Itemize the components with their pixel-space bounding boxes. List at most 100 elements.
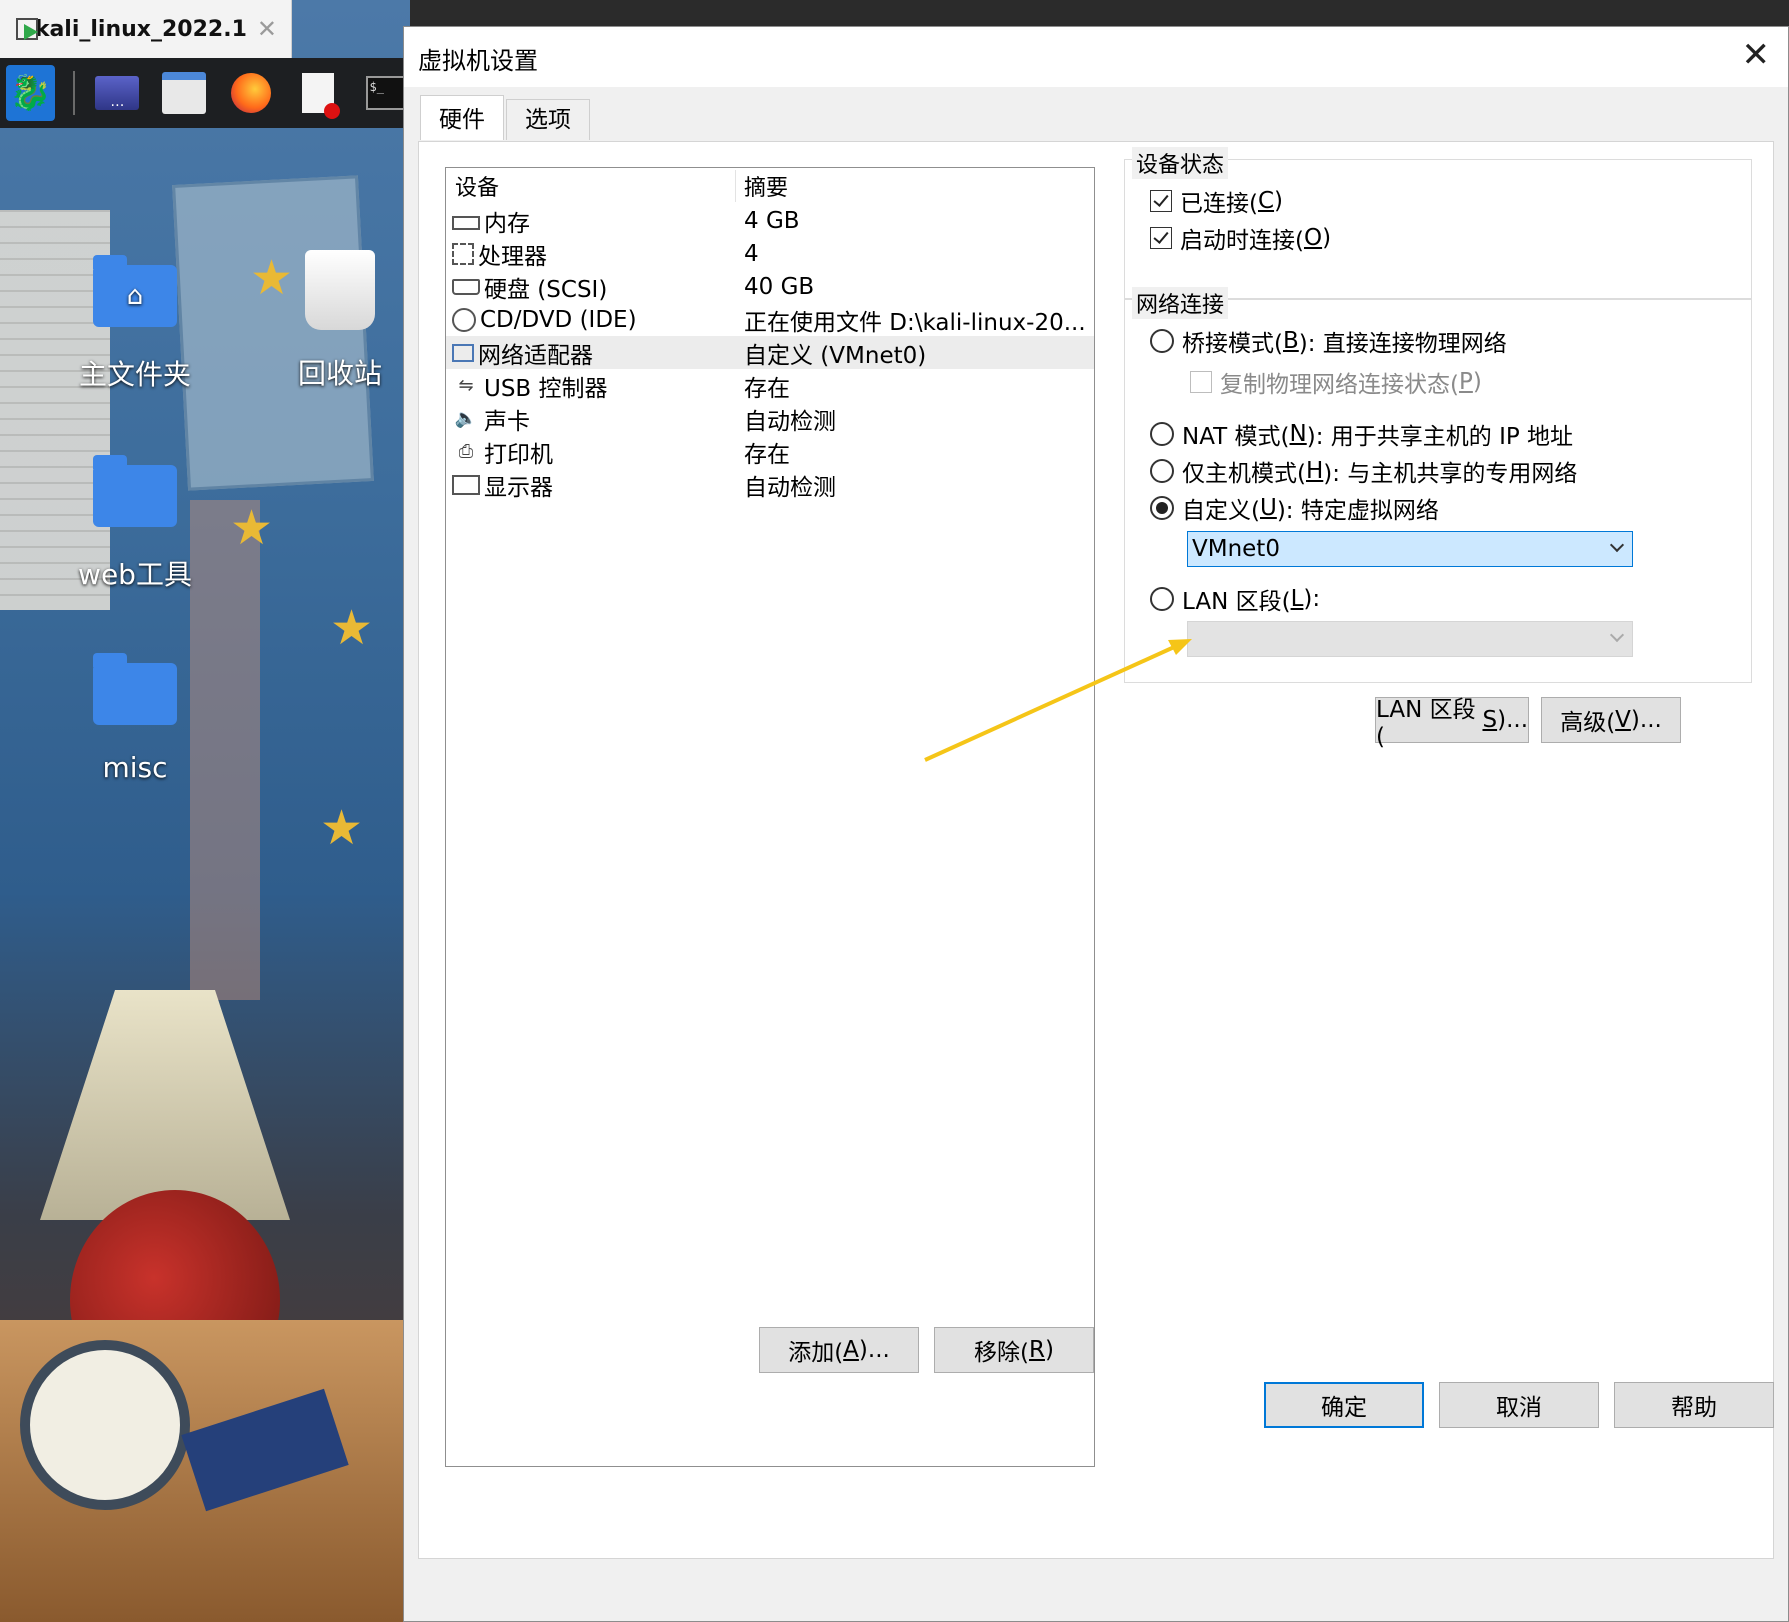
device-row-network[interactable]: 网络适配器 自定义 (VMnet0) [446, 336, 1094, 369]
radio-dot [1150, 587, 1174, 611]
device-summary: 自定义 (VMnet0) [744, 342, 927, 369]
kali-menu-button[interactable]: 🐉 [6, 65, 56, 121]
device-name: 硬盘 (SCSI) [484, 276, 608, 303]
desktop-icon-label: misc [102, 751, 168, 784]
vm-running-icon [14, 16, 38, 42]
connect-on-start-checkbox[interactable]: 启动时连接(O) [1150, 221, 1331, 255]
lan-segments-button[interactable]: LAN 区段(S)... [1375, 697, 1529, 750]
desktop-icon-label: 回收站 [297, 357, 382, 390]
checkbox-box [1150, 190, 1172, 212]
lamp-shade [40, 990, 290, 1220]
lan-label: LAN 区段( [1182, 589, 1291, 615]
chevron-down-icon [1609, 537, 1625, 553]
alarm-clock [20, 1340, 190, 1510]
desktop-icon-web-tools[interactable]: web工具 [60, 455, 210, 593]
file-manager-button[interactable] [160, 65, 209, 121]
nat-key: N [1289, 421, 1307, 447]
text-editor-button[interactable] [294, 65, 343, 121]
monitor-icon [452, 474, 480, 495]
firefox-button[interactable] [227, 65, 276, 121]
tab-options[interactable]: 选项 [506, 99, 590, 140]
bridged-radio[interactable]: 桥接模式(B): 直接连接物理网络 [1150, 324, 1507, 358]
desktop-icon-trash[interactable]: 回收站 [265, 250, 410, 392]
device-name: 声卡 [484, 408, 530, 435]
hostonly-key: H [1305, 458, 1324, 484]
kali-dragon-icon: 🐉 [9, 73, 52, 113]
remove-button-text: 移除( [974, 1340, 1029, 1366]
device-name: 处理器 [478, 243, 547, 270]
device-row-cd[interactable]: CD/DVD (IDE) 正在使用文件 D:\kali-linux-20... [446, 303, 1094, 336]
ok-button[interactable]: 确定 [1264, 1382, 1424, 1428]
vm-tab-title: kali_linux_2022.1 [34, 16, 247, 42]
trash-icon [305, 250, 375, 330]
device-row-disk[interactable]: 硬盘 (SCSI) 40 GB [446, 270, 1094, 303]
desktop-icon-label: web工具 [78, 558, 192, 591]
device-name: CD/DVD (IDE) [480, 306, 637, 333]
workspace-button[interactable]: … [93, 65, 142, 121]
help-button[interactable]: 帮助 [1614, 1382, 1774, 1428]
remove-button-suffix: ) [1044, 1337, 1054, 1363]
desktop-icon-home[interactable]: ⌂ 主文件夹 [60, 255, 210, 393]
folder-icon [162, 72, 207, 114]
device-summary: 自动检测 [744, 474, 836, 501]
device-name: 显示器 [484, 474, 553, 501]
dialog-title: 虚拟机设置 [418, 47, 538, 75]
connect-on-start-label: 启动时连接( [1180, 228, 1304, 254]
custom-network-value: VMnet0 [1192, 536, 1280, 562]
lan-segment-radio[interactable]: LAN 区段(L): [1150, 582, 1320, 616]
device-row-display[interactable]: 显示器 自动检测 [446, 468, 1094, 501]
advanced-key: V [1615, 707, 1631, 733]
remove-device-button[interactable]: 移除(R) [934, 1327, 1094, 1373]
device-row-printer[interactable]: ⎙ 打印机 存在 [446, 435, 1094, 468]
lan-segments-text: LAN 区段( [1376, 697, 1476, 750]
bridged-suffix: ): 直接连接物理网络 [1298, 331, 1507, 357]
device-row-sound[interactable]: 🔈 声卡 自动检测 [446, 402, 1094, 435]
close-icon[interactable]: ✕ [257, 15, 277, 43]
close-icon[interactable]: ✕ [1742, 35, 1771, 75]
radio-dot [1150, 329, 1174, 353]
device-summary: 存在 [744, 441, 790, 468]
vm-tab[interactable]: kali_linux_2022.1 ✕ [0, 0, 292, 58]
nat-radio[interactable]: NAT 模式(N): 用于共享主机的 IP 地址 [1150, 417, 1573, 451]
connected-checkbox[interactable]: 已连接(C) [1150, 184, 1283, 218]
nat-suffix: ): 用于共享主机的 IP 地址 [1306, 424, 1574, 450]
custom-network-select[interactable]: VMnet0 [1187, 531, 1633, 567]
device-row-usb[interactable]: ⇋ USB 控制器 存在 [446, 369, 1094, 402]
device-name: USB 控制器 [484, 375, 608, 402]
cancel-button[interactable]: 取消 [1439, 1382, 1599, 1428]
lan-key: L [1290, 586, 1304, 612]
device-status-legend: 设备状态 [1132, 147, 1229, 179]
workspace-icon: … [95, 76, 140, 110]
remove-button-key: R [1029, 1337, 1045, 1363]
replicate-state-checkbox[interactable]: 复制物理网络连接状态(P) [1190, 365, 1482, 399]
connected-label: 已连接( [1180, 191, 1258, 217]
dialog-tabs: 硬件 选项 [420, 95, 592, 141]
column-header-device[interactable]: 设备 [446, 170, 736, 202]
folder-icon [93, 653, 177, 725]
memory-icon [452, 215, 480, 230]
device-list-header: 设备 摘要 [446, 168, 1094, 204]
device-list[interactable]: 设备 摘要 内存 4 GB 处理器 4 硬盘 (SCSI) 40 GB CD/D… [445, 167, 1095, 1467]
firefox-icon [231, 73, 272, 113]
host-only-radio[interactable]: 仅主机模式(H): 与主机共享的专用网络 [1150, 454, 1577, 488]
device-row-cpu[interactable]: 处理器 4 [446, 237, 1094, 270]
cd-icon [452, 307, 476, 332]
kali-taskbar: 🐉 … $_ [0, 58, 410, 128]
tab-hardware[interactable]: 硬件 [420, 95, 504, 140]
custom-radio[interactable]: 自定义(U): 特定虚拟网络 [1150, 491, 1439, 525]
device-row-memory[interactable]: 内存 4 GB [446, 204, 1094, 237]
lan-segment-select[interactable] [1187, 621, 1633, 657]
custom-label: 自定义( [1182, 498, 1260, 524]
connected-suffix: ) [1274, 188, 1284, 214]
column-header-summary[interactable]: 摘要 [736, 170, 788, 202]
desktop-icon-misc[interactable]: misc [60, 653, 210, 784]
device-summary: 4 [744, 240, 759, 267]
advanced-suffix: )... [1630, 707, 1662, 733]
checkbox-box [1190, 371, 1212, 393]
network-icon [452, 343, 474, 362]
usb-icon: ⇋ [458, 375, 474, 396]
device-summary: 自动检测 [744, 408, 836, 435]
add-device-button[interactable]: 添加(A)... [759, 1327, 919, 1373]
advanced-button[interactable]: 高级(V)... [1541, 697, 1681, 743]
panel-separator [73, 71, 75, 115]
